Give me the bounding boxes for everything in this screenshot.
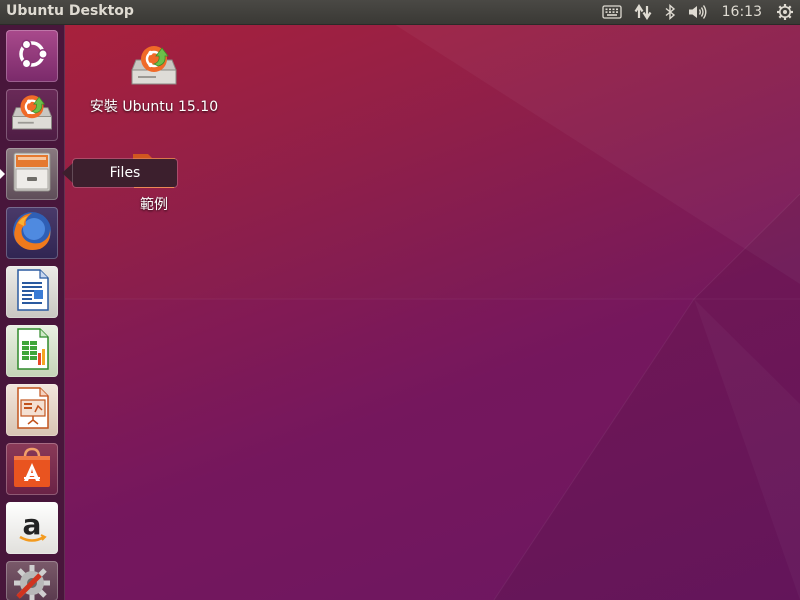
desktop-icon-label: 範例 — [140, 197, 168, 213]
installer-icon — [9, 90, 55, 140]
calc-icon — [12, 327, 52, 375]
launcher-item-amazon[interactable]: a — [6, 502, 58, 554]
bluetooth-icon[interactable] — [658, 0, 682, 24]
volume-icon[interactable] — [682, 0, 714, 24]
launcher: a — [0, 24, 65, 600]
file-cabinet-icon — [10, 150, 54, 198]
window-title: Ubuntu Desktop — [6, 3, 134, 19]
amazon-icon: a — [12, 506, 52, 550]
launcher-item-install-ubuntu[interactable] — [6, 89, 58, 141]
indicator-area: 16:13 — [596, 0, 800, 24]
session-gear-icon[interactable] — [770, 0, 800, 24]
desktop-icon-install-ubuntu[interactable]: 安裝 Ubuntu 15.10 — [88, 40, 220, 116]
clock[interactable]: 16:13 — [714, 4, 770, 20]
installer-icon — [128, 40, 180, 92]
software-center-icon — [10, 445, 54, 493]
active-indicator — [0, 169, 5, 179]
impress-icon — [12, 386, 52, 434]
desktop-icon-label: 安裝 Ubuntu 15.10 — [89, 99, 219, 115]
ubuntu-logo-icon — [12, 34, 52, 78]
launcher-item-software[interactable] — [6, 443, 58, 495]
keyboard-icon[interactable] — [596, 0, 628, 24]
launcher-item-calc[interactable] — [6, 325, 58, 377]
launcher-item-impress[interactable] — [6, 384, 58, 436]
launcher-item-files[interactable] — [6, 148, 58, 200]
network-icon[interactable] — [628, 0, 658, 24]
launcher-item-writer[interactable] — [6, 266, 58, 318]
svg-text:a: a — [23, 508, 42, 541]
settings-icon — [10, 561, 54, 600]
launcher-item-settings[interactable] — [6, 561, 58, 600]
firefox-icon — [10, 209, 54, 257]
tooltip-label: Files — [73, 159, 177, 187]
writer-icon — [12, 268, 52, 316]
top-panel: Ubuntu Desktop 16:13 — [0, 0, 800, 24]
launcher-item-dash[interactable] — [6, 30, 58, 82]
launcher-tooltip: Files — [61, 159, 177, 187]
launcher-item-firefox[interactable] — [6, 207, 58, 259]
